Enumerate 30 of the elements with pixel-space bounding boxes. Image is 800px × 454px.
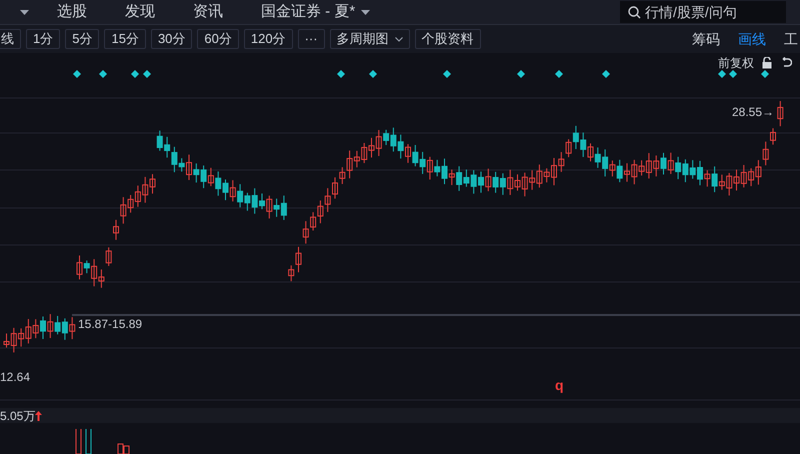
chevron-icon (394, 36, 403, 42)
low-price-label: 12.64 (0, 369, 30, 386)
lock-icon[interactable] (762, 57, 772, 69)
range-price-label: 15.87-15.89 (78, 316, 142, 333)
chart-marker: q (555, 376, 564, 395)
period-button[interactable]: 个股资料 (414, 29, 481, 49)
adjust-label[interactable]: 前复权 (718, 54, 754, 72)
period-button[interactable]: 线 (0, 29, 21, 49)
caret-icon (20, 10, 29, 14)
period-button[interactable]: 5分 (65, 29, 100, 49)
nav-item[interactable]: 选股 (57, 0, 87, 24)
period-button[interactable]: 1分 (26, 29, 60, 49)
undo-icon[interactable] (780, 57, 792, 69)
period-button[interactable]: 15分 (104, 29, 146, 49)
dropdown-button[interactable]: 多周期图 (330, 29, 410, 49)
nav-item[interactable]: 发现 (125, 0, 155, 24)
search-icon (628, 6, 641, 18)
period-button[interactable]: ··· (298, 29, 325, 49)
chart-tab[interactable]: 工 (784, 28, 798, 50)
period-button[interactable]: 30分 (150, 29, 192, 49)
period-button[interactable]: 60分 (197, 29, 239, 49)
nav-item[interactable]: 资讯 (193, 0, 223, 24)
search-field[interactable]: 行情/股票/问句 (620, 1, 786, 23)
chart-tab[interactable]: 画线 (738, 28, 766, 50)
volume-label: 5.05万 (0, 408, 36, 424)
period-button[interactable]: 120分 (244, 29, 293, 49)
high-price-label: 28.55→ (732, 104, 774, 121)
caret-icon (361, 10, 370, 14)
nav-item[interactable]: 国金证券 - 夏* (261, 0, 370, 24)
chart-tab[interactable]: 筹码 (692, 28, 720, 50)
